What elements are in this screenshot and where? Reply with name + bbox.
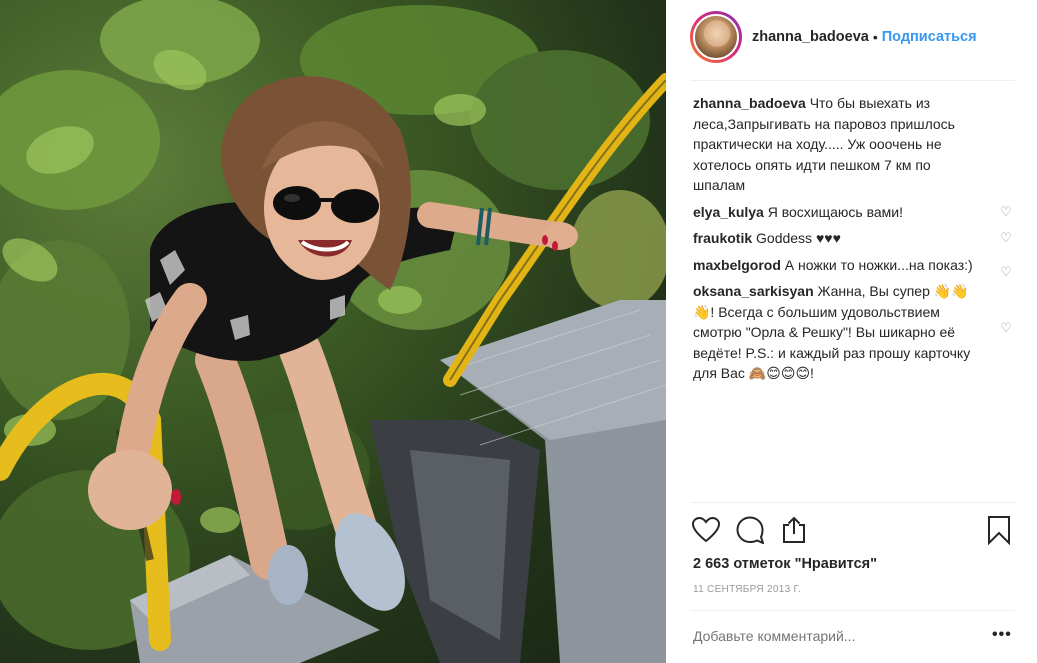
author-username[interactable]: zhanna_badoeva: [752, 29, 869, 45]
caption-author[interactable]: zhanna_badoeva: [693, 95, 806, 111]
header-separator: •: [872, 29, 878, 45]
follow-button[interactable]: Подписаться: [882, 29, 977, 45]
likes-count[interactable]: 2 663 отметок "Нравится": [693, 556, 877, 572]
actions-divider: [690, 502, 1015, 503]
comment-text: А ножки то ножки...на показ:): [784, 256, 973, 273]
share-icon: [783, 516, 805, 543]
avatar[interactable]: [693, 14, 739, 60]
comments-list: zhanna_badoeva Что бы выехать из леса,За…: [693, 93, 1013, 384]
comment-text: Goddess ♥♥♥: [756, 230, 841, 246]
comment-item: maxbelgorod А ножки то ножки...на показ:…: [693, 255, 1013, 279]
comment-like-heart-icon[interactable]: ♡: [999, 204, 1013, 219]
comment-like-heart-icon[interactable]: ♡: [999, 231, 1013, 245]
comment-like-heart-icon[interactable]: ♡: [999, 264, 1013, 279]
comment-like-heart-icon[interactable]: ♡: [999, 321, 1013, 335]
share-button[interactable]: [778, 514, 810, 546]
comment-author[interactable]: elya_kulya: [693, 204, 764, 220]
avatar-story-ring[interactable]: [690, 11, 742, 63]
header-divider: [690, 80, 1015, 81]
bookmark-icon: [988, 516, 1010, 545]
heart-icon: [692, 517, 720, 543]
post-photo-illustration: [0, 0, 666, 663]
comment-author[interactable]: fraukotik: [693, 230, 752, 246]
comment-button[interactable]: [734, 514, 766, 546]
post-header: zhanna_badoeva • Подписаться: [690, 10, 1015, 64]
comment-text: Я восхищаюсь вами!: [767, 203, 904, 220]
post-sidebar: zhanna_badoeva • Подписаться zhanna_bado…: [666, 0, 1037, 663]
comment-item: oksana_sarkisyan Жанна, Вы супер 👋👋👋! Вс…: [693, 281, 1013, 384]
comment-author[interactable]: maxbelgorod: [693, 257, 781, 273]
post-image[interactable]: [0, 0, 666, 663]
comment-author[interactable]: oksana_sarkisyan: [693, 283, 814, 299]
speech-bubble-icon: [736, 516, 764, 544]
post-date[interactable]: 11 сентября 2013 г.: [693, 584, 801, 595]
comment-item: fraukotik Goddess ♥♥♥ ♡: [693, 228, 1013, 249]
post-caption: zhanna_badoeva Что бы выехать из леса,За…: [693, 93, 978, 196]
comment-item: elya_kulya Я восхищаюсь вами! ♡: [693, 202, 1013, 223]
post-actions: [690, 514, 1015, 550]
save-button[interactable]: [983, 514, 1015, 546]
comment-input-divider: [690, 610, 1015, 611]
more-options-ellipsis-icon[interactable]: •••: [992, 626, 1012, 644]
add-comment-input[interactable]: [693, 628, 983, 644]
like-button[interactable]: [690, 514, 722, 546]
